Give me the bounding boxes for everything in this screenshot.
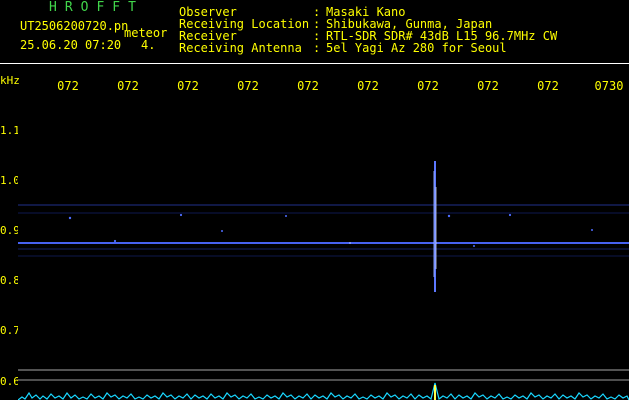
- file-name: UT2506200720.pn: [20, 19, 129, 33]
- noise-dot-9: [508, 213, 512, 217]
- time-label-1: 072: [57, 79, 79, 93]
- spectrogram-svg: [18, 95, 629, 400]
- time-label-6: 072: [357, 79, 379, 93]
- frequency-label-0-9: 0.9: [0, 224, 20, 237]
- frequency-label-1-1: 1.1: [0, 124, 20, 137]
- time-label-2: 072: [117, 79, 139, 93]
- time-label-10: 0730: [594, 79, 624, 93]
- frequency-label-0-6: 0.6: [0, 375, 20, 388]
- time-label-9: 072: [537, 79, 559, 93]
- noise-dot-3: [179, 213, 183, 217]
- time-axis: 072 072 072 072 072 072 072 072 072 0730: [0, 80, 629, 92]
- frequency-label-1-0: 1.0: [0, 174, 20, 187]
- spectrogram-screen: HROFFT UT2506200720.pn meteor 25.06.20 0…: [0, 0, 629, 400]
- frequency-label-0-8: 0.8: [0, 274, 20, 287]
- noise-dot-7: [447, 214, 451, 218]
- frequency-label-0-7: 0.7: [0, 324, 20, 337]
- noise-dot-4: [221, 230, 223, 232]
- noise-dot-10: [591, 229, 593, 231]
- event-count: 4.: [141, 38, 156, 52]
- noise-dot-2: [113, 239, 117, 243]
- header-divider: [0, 63, 629, 64]
- plot-background: [18, 95, 629, 400]
- time-label-7: 072: [417, 79, 439, 93]
- noise-dot-5: [285, 215, 287, 217]
- noise-dot-1: [68, 216, 72, 220]
- date-time: 25.06.20 07:20: [20, 38, 122, 52]
- time-label-5: 072: [297, 79, 319, 93]
- time-label-3: 072: [177, 79, 199, 93]
- spectrogram-plot: [18, 95, 629, 400]
- frequency-axis: 1.1 1.0 0.9 0.8 0.7 0.6: [0, 100, 20, 400]
- time-label-8: 072: [477, 79, 499, 93]
- brand-title: HROFFT: [49, 0, 144, 15]
- info-value-antenna: 5el Yagi Az 280 for Seoul: [326, 41, 507, 55]
- noise-dot-8: [473, 245, 475, 247]
- info-separator-antenna: :: [313, 41, 321, 55]
- info-label-antenna: Receiving Antenna: [179, 41, 302, 55]
- time-label-4: 072: [237, 79, 259, 93]
- noise-dot-6: [349, 242, 351, 244]
